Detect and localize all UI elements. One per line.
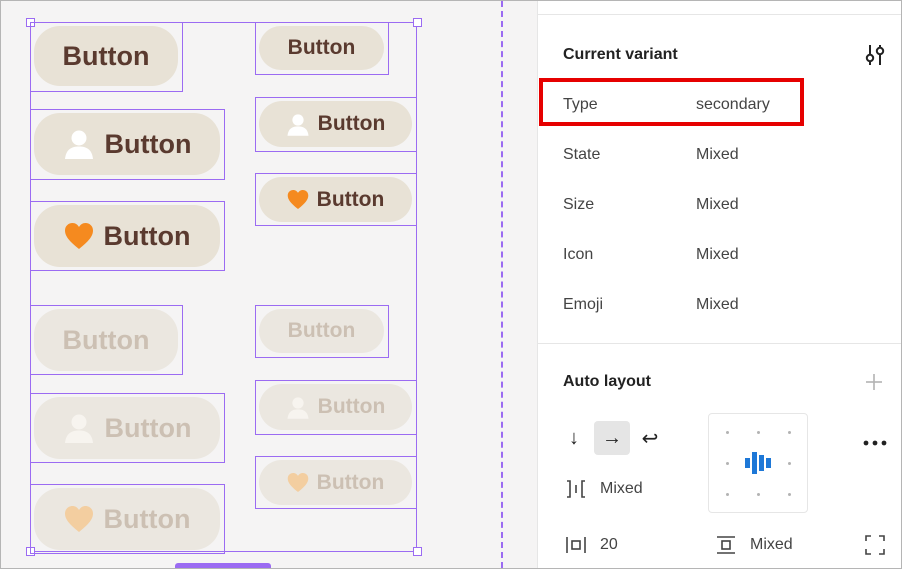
button-label: Button	[103, 503, 191, 534]
align-center-indicator-icon	[744, 451, 772, 480]
property-label: State	[563, 146, 601, 163]
property-label: Icon	[563, 246, 594, 263]
button-variant-large-emoji[interactable]: Button	[30, 201, 225, 271]
button-variant-large[interactable]: Button	[30, 22, 183, 92]
add-icon[interactable]	[864, 372, 884, 392]
spacing-between-value[interactable]: Mixed	[600, 480, 643, 498]
direction-wrap-button[interactable]: ↩	[632, 421, 668, 455]
panel-divider	[538, 14, 901, 15]
horizontal-padding-value[interactable]: 20	[600, 536, 618, 554]
button-variant-large-icon[interactable]: Button	[30, 109, 225, 180]
property-value[interactable]: Mixed	[696, 196, 739, 214]
align-dot	[726, 462, 729, 465]
design-canvas[interactable]: Button Button Button Button Button Butto…	[1, 1, 537, 568]
arrow-right-icon: →	[602, 426, 622, 449]
independent-padding-icon[interactable]	[864, 534, 886, 556]
button-variant-large-disabled[interactable]: Button	[30, 305, 183, 375]
button-variant-small[interactable]: Button	[255, 22, 389, 75]
button-label: Button	[104, 412, 192, 443]
align-dot	[788, 493, 791, 496]
align-dot	[726, 493, 729, 496]
button-variant-small-icon[interactable]: Button	[255, 97, 417, 152]
button-pill: Button	[259, 177, 412, 222]
button-label: Button	[287, 36, 356, 59]
property-value[interactable]: Mixed	[696, 296, 739, 314]
resize-handle-bottom-right[interactable]	[413, 547, 422, 556]
align-dot	[757, 431, 760, 434]
align-dot	[726, 431, 729, 434]
button-pill: Button	[259, 384, 412, 430]
button-label: Button	[62, 324, 150, 355]
direction-vertical-button[interactable]: ↓	[556, 421, 592, 455]
spacing-between-icon	[565, 479, 587, 499]
align-dot	[788, 431, 791, 434]
button-variant-small-icon-disabled[interactable]: Button	[255, 380, 417, 435]
button-label: Button	[62, 40, 150, 71]
property-label: Size	[563, 196, 595, 213]
canvas-guide-dashed-line	[501, 1, 503, 568]
align-dot	[757, 493, 760, 496]
button-pill: Button	[34, 205, 220, 267]
selection-size-tab	[175, 563, 271, 568]
type-property-highlight	[539, 78, 804, 126]
button-pill: Button	[34, 309, 178, 371]
panel-divider	[538, 343, 901, 344]
arrow-down-icon: ↓	[569, 426, 579, 449]
more-options-icon[interactable]	[862, 434, 888, 446]
button-label: Button	[317, 112, 386, 135]
button-variant-small-emoji-disabled[interactable]: Button	[255, 456, 417, 509]
property-value[interactable]: Mixed	[696, 246, 739, 264]
user-icon	[286, 396, 310, 419]
button-pill: Button	[259, 101, 412, 147]
button-label: Button	[316, 187, 385, 211]
button-pill: Button	[34, 397, 220, 459]
vertical-padding-icon	[715, 535, 737, 555]
vertical-padding-value[interactable]: Mixed	[750, 536, 793, 554]
auto-layout-title: Auto layout	[563, 373, 651, 390]
orange-heart-emoji	[287, 472, 309, 493]
button-label: Button	[317, 395, 386, 418]
adjust-variant-icon[interactable]	[864, 43, 886, 67]
user-icon	[63, 129, 95, 159]
property-value[interactable]: Mixed	[696, 146, 739, 164]
property-label: Emoji	[563, 296, 604, 313]
button-pill: Button	[259, 460, 412, 505]
current-variant-title: Current variant	[563, 46, 678, 63]
horizontal-padding-icon	[565, 535, 587, 555]
alignment-grid[interactable]	[708, 413, 808, 513]
button-variant-large-emoji-disabled[interactable]: Button	[30, 484, 225, 554]
button-pill: Button	[259, 309, 384, 353]
wrap-arrow-icon: ↩	[641, 427, 659, 450]
resize-handle-top-right[interactable]	[413, 18, 422, 27]
button-pill: Button	[34, 113, 220, 175]
button-pill: Button	[259, 26, 384, 70]
button-label: Button	[287, 319, 356, 342]
align-dot	[788, 462, 791, 465]
orange-heart-emoji	[287, 189, 309, 210]
button-variant-large-icon-disabled[interactable]: Button	[30, 393, 225, 463]
button-variant-small-disabled[interactable]: Button	[255, 305, 389, 358]
button-label: Button	[316, 470, 385, 494]
direction-horizontal-button[interactable]: →	[594, 421, 630, 455]
user-icon	[286, 113, 310, 136]
button-pill: Button	[34, 488, 220, 550]
window: Button Button Button Button Button Butto…	[0, 0, 902, 569]
user-icon	[63, 413, 95, 443]
button-label: Button	[103, 220, 191, 251]
button-label: Button	[104, 128, 192, 159]
button-pill: Button	[34, 26, 178, 86]
orange-heart-emoji	[64, 222, 94, 250]
button-variant-small-emoji[interactable]: Button	[255, 173, 417, 226]
orange-heart-emoji	[64, 505, 94, 533]
